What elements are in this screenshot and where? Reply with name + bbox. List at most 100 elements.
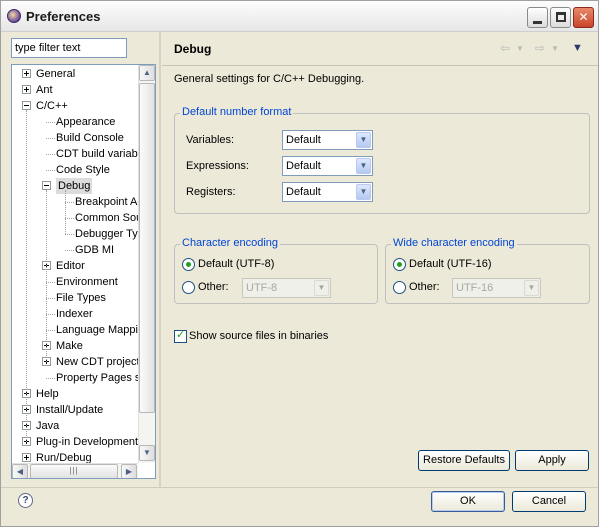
back-arrow-icon[interactable]: ⇦	[500, 41, 510, 55]
chevron-down-icon[interactable]: ▼	[356, 158, 371, 174]
tree-item[interactable]: Help	[12, 386, 138, 402]
tree-item-label: Property Pages s	[56, 372, 141, 384]
variables-label: Variables:	[186, 134, 235, 146]
number-format-title: Default number format	[180, 106, 294, 118]
tree-item-label: Appearance	[56, 116, 116, 128]
ok-button[interactable]: OK	[431, 491, 505, 512]
tree-connector	[46, 314, 55, 315]
tree-item[interactable]: New CDT project	[12, 354, 140, 370]
expand-icon[interactable]	[22, 453, 31, 462]
char-other-combo[interactable]: UTF-8 ▼	[242, 278, 331, 298]
chevron-down-icon[interactable]: ▼	[524, 280, 539, 296]
tree-guide-line	[26, 110, 27, 442]
char-default-radio[interactable]	[182, 258, 195, 271]
scroll-thumb[interactable]	[139, 83, 155, 413]
tree-item[interactable]: Java	[12, 418, 138, 434]
filter-input[interactable]	[11, 38, 127, 58]
wide-other-label[interactable]: Other:	[409, 281, 440, 293]
tree-item[interactable]: Indexer	[12, 306, 138, 322]
view-menu-icon[interactable]: ▼	[572, 42, 583, 54]
tree-item[interactable]: Install/Update	[12, 402, 138, 418]
chevron-down-icon[interactable]: ▼	[314, 280, 329, 296]
maximize-button[interactable]	[550, 7, 571, 28]
collapse-icon[interactable]	[22, 101, 31, 110]
registers-label: Registers:	[186, 186, 236, 198]
tree-horizontal-scrollbar[interactable]: ◀ ||| ▶	[12, 463, 138, 478]
pane-splitter[interactable]	[159, 32, 161, 487]
wide-default-radio[interactable]	[393, 258, 406, 271]
chevron-down-icon[interactable]: ▼	[356, 132, 371, 148]
wide-other-value: UTF-16	[456, 282, 494, 294]
help-icon[interactable]: ?	[18, 493, 33, 508]
scroll-up-button[interactable]: ▲	[139, 65, 155, 81]
show-source-label[interactable]: Show source files in binaries	[189, 330, 328, 342]
horizontal-scroll-thumb[interactable]: |||	[30, 464, 118, 478]
checkmark-icon: ✓	[176, 329, 186, 341]
tree-item-label: Plug-in Development	[36, 436, 139, 448]
maximize-icon	[556, 12, 566, 22]
tree-vertical-scrollbar[interactable]: ▲ ▼	[138, 65, 155, 463]
page-navigation: ⇦ ▼ ⇨ ▼ ▼	[500, 41, 590, 57]
collapse-icon[interactable]	[42, 181, 51, 190]
tree-item-label: Language Mappin	[56, 324, 145, 336]
forward-dropdown-icon[interactable]: ▼	[551, 44, 559, 53]
tree-item[interactable]: CDT build variable	[12, 146, 146, 162]
tree-item[interactable]: General	[12, 66, 138, 82]
expressions-combo[interactable]: Default ▼	[282, 156, 373, 176]
tree-item-label: Debug	[56, 178, 93, 194]
tree-item-label: Help	[36, 388, 59, 400]
tree-connector	[65, 234, 74, 235]
tree-item[interactable]: GDB MI	[12, 242, 138, 258]
registers-value: Default	[286, 186, 321, 198]
expand-icon[interactable]	[22, 69, 31, 78]
page-description: General settings for C/C++ Debugging.	[174, 73, 365, 85]
tree-item[interactable]: Make	[12, 338, 138, 354]
scroll-right-button[interactable]: ▶	[121, 464, 137, 478]
scroll-left-button[interactable]: ◀	[12, 464, 28, 478]
title-bar[interactable]: Preferences ✕	[1, 1, 598, 32]
tree-item[interactable]: Ant	[12, 82, 138, 98]
tree-item[interactable]: Plug-in Development	[12, 434, 138, 450]
variables-combo[interactable]: Default ▼	[282, 130, 373, 150]
scroll-down-button[interactable]: ▼	[139, 445, 155, 461]
tree-item[interactable]: Language Mappin	[12, 322, 144, 338]
char-default-label[interactable]: Default (UTF-8)	[198, 258, 274, 270]
preferences-tree[interactable]: General Ant C/C++ Appearance Build Console CD…	[11, 64, 156, 479]
expand-icon[interactable]	[22, 85, 31, 94]
tree-item[interactable]: Debugger Typ	[12, 226, 144, 242]
expressions-value: Default	[286, 160, 321, 172]
show-source-checkbox[interactable]: ✓	[174, 329, 187, 343]
char-other-radio[interactable]	[182, 281, 195, 294]
cancel-button[interactable]: Cancel	[512, 491, 586, 512]
tree-connector	[46, 170, 55, 171]
tree-item[interactable]: File Types	[12, 290, 138, 306]
tree-item[interactable]: Breakpoint Ac	[12, 194, 143, 210]
tree-item[interactable]: Editor	[12, 258, 138, 274]
forward-arrow-icon[interactable]: ⇨	[535, 41, 545, 55]
wide-default-label[interactable]: Default (UTF-16)	[409, 258, 492, 270]
variables-value: Default	[286, 134, 321, 146]
tree-item[interactable]: Common Sour	[12, 210, 146, 226]
back-dropdown-icon[interactable]: ▼	[516, 44, 524, 53]
tree-guide-line	[46, 190, 47, 362]
tree-item-label: CDT build variable	[56, 148, 147, 160]
apply-button[interactable]: Apply	[515, 450, 589, 471]
registers-combo[interactable]: Default ▼	[282, 182, 373, 202]
char-encoding-title: Character encoding	[180, 237, 281, 249]
wide-other-combo[interactable]: UTF-16 ▼	[452, 278, 541, 298]
tree-item[interactable]: Code Style	[12, 162, 138, 178]
chevron-down-icon[interactable]: ▼	[356, 184, 371, 200]
tree-item[interactable]: Appearance	[12, 114, 138, 130]
tree-item[interactable]: Debug	[12, 178, 138, 194]
tree-item[interactable]: Property Pages s	[12, 370, 141, 386]
restore-defaults-button[interactable]: Restore Defaults	[418, 450, 510, 471]
expressions-label: Expressions:	[186, 160, 249, 172]
tree-item[interactable]: Build Console	[12, 130, 138, 146]
char-other-label[interactable]: Other:	[198, 281, 229, 293]
close-button[interactable]: ✕	[573, 7, 594, 28]
tree-item[interactable]: C/C++	[12, 98, 138, 114]
wide-other-radio[interactable]	[393, 281, 406, 294]
tree-item[interactable]: Environment	[12, 274, 138, 290]
tree-item-label: Ant	[36, 84, 53, 96]
minimize-button[interactable]	[527, 7, 548, 28]
